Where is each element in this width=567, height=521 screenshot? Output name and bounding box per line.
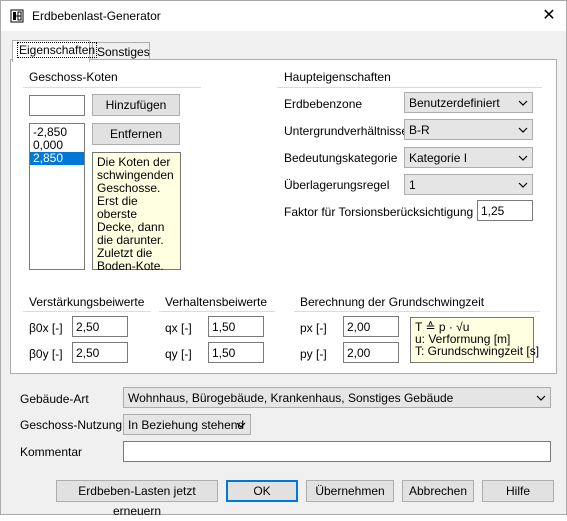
py-label: py [-] <box>300 347 327 361</box>
untergrund-value: B-R <box>409 123 430 137</box>
chevron-down-icon <box>518 127 528 133</box>
verhalten-title: Verhaltensbeiwerte <box>165 295 268 309</box>
haupteigenschaften-title: Haupteigenschaften <box>284 70 391 84</box>
load-generator-icon <box>10 9 24 23</box>
verstaerkung-divider <box>23 311 151 312</box>
bedeutung-value: Kategorie I <box>409 151 468 165</box>
apply-button[interactable]: Übernehmen <box>306 480 394 502</box>
torsion-label: Faktor für Torsionsberücksichtigung [-] <box>284 205 488 219</box>
grundschwingzeit-title: Berechnung der Grundschwingzeit <box>300 295 485 309</box>
geschoss-nutzung-label: Geschoss-Nutzung <box>20 418 123 432</box>
title-bar: Erdbebenlast-Generator ✕ <box>1 1 566 31</box>
tab-eigenschaften-label: Eigenschaften <box>17 42 98 58</box>
px-label: px [-] <box>300 321 327 335</box>
ueberlagerung-value: 1 <box>409 178 416 192</box>
erdbebenzone-label: Erdbebenzone <box>284 97 363 111</box>
chevron-down-icon <box>236 422 246 428</box>
qx-label: qx [-] <box>165 321 192 335</box>
ueberlagerung-label: Überlagerungsregel <box>284 178 390 192</box>
bedeutung-label: Bedeutungskategorie <box>284 151 398 165</box>
grundschwingzeit-formula-box: T ≙ p · √u u: Verformung [m] T: Grundsch… <box>410 317 540 363</box>
qx-input[interactable] <box>208 316 264 337</box>
erdbebenzone-value: Benutzerdefiniert <box>409 96 500 110</box>
kommentar-label: Kommentar <box>20 445 83 459</box>
geschoss-koten-title: Geschoss-Koten <box>29 70 118 84</box>
untergrund-select[interactable]: B-R <box>404 119 533 140</box>
window-title: Erdbebenlast-Generator <box>32 9 161 23</box>
verhalten-divider <box>159 311 275 312</box>
help-button[interactable]: Hilfe <box>482 480 554 502</box>
geschoss-nutzung-value: In Beziehung stehend <box>128 418 245 432</box>
gebaeude-art-label: Gebäude-Art <box>20 392 89 406</box>
formula-t-line: T: Grundschwingzeit [s] <box>415 344 540 358</box>
px-input[interactable] <box>343 316 399 337</box>
py-input[interactable] <box>343 342 399 363</box>
dialog-window: Erdbebenlast-Generator ✕ Eigenschaften S… <box>0 0 567 518</box>
cancel-button[interactable]: Abbrechen <box>402 480 474 502</box>
verstaerkung-title: Verstärkungsbeiwerte <box>29 295 145 309</box>
qy-input[interactable] <box>208 342 264 363</box>
tab-sonstiges-label: Sonstiges <box>97 45 150 59</box>
add-kote-button[interactable]: Hinzufügen <box>92 94 180 116</box>
ok-button[interactable]: OK <box>226 480 298 502</box>
kommentar-input[interactable] <box>123 441 551 462</box>
kote-listbox[interactable]: -2,850 0,000 2,850 <box>29 123 85 270</box>
geschoss-koten-divider <box>23 87 201 88</box>
qy-label: qy [-] <box>165 347 192 361</box>
chevron-down-icon <box>518 100 528 106</box>
b0y-input[interactable] <box>72 342 128 363</box>
erdbebenzone-select[interactable]: Benutzerdefiniert <box>404 92 533 113</box>
tab-eigenschaften[interactable]: Eigenschaften <box>12 40 98 62</box>
b0x-label: β0x [-] <box>29 321 63 335</box>
ueberlagerung-select[interactable]: 1 <box>404 174 533 195</box>
bedeutung-select[interactable]: Kategorie I <box>404 147 533 168</box>
list-item-selected[interactable]: 2,850 <box>30 152 84 165</box>
chevron-down-icon <box>536 395 546 401</box>
gebaeude-art-select[interactable]: Wohnhaus, Bürogebäude, Krankenhaus, Sons… <box>123 387 551 408</box>
chevron-down-icon <box>518 182 528 188</box>
kote-hint: Die Koten der schwingenden Geschosse. Er… <box>92 152 181 273</box>
kote-input[interactable] <box>29 95 85 116</box>
gebaeude-art-value: Wohnhaus, Bürogebäude, Krankenhaus, Sons… <box>128 391 454 405</box>
b0x-input[interactable] <box>72 316 128 337</box>
geschoss-nutzung-select[interactable]: In Beziehung stehend <box>123 414 251 435</box>
grundschwingzeit-divider <box>294 311 540 312</box>
renew-loads-button[interactable]: Erdbeben-Lasten jetzt erneuern <box>56 480 218 518</box>
close-icon[interactable]: ✕ <box>532 1 566 31</box>
chevron-down-icon <box>518 155 528 161</box>
torsion-input[interactable] <box>477 200 533 221</box>
b0y-label: β0y [-] <box>29 347 63 361</box>
untergrund-label: Untergrundverhältnisse <box>284 124 409 138</box>
haupteigenschaften-divider <box>277 87 542 88</box>
remove-kote-button[interactable]: Entfernen <box>92 123 180 145</box>
